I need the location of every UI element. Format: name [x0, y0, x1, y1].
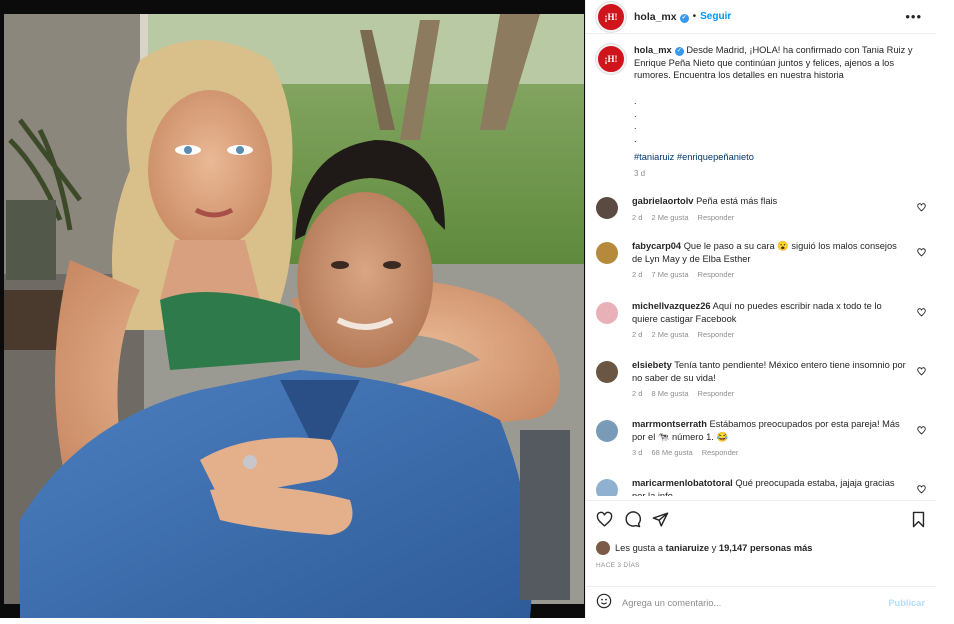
comment-like-heart-icon[interactable]: [917, 244, 926, 262]
comment-time: 2 d: [632, 270, 643, 280]
likes-middle: y: [711, 543, 717, 553]
comment-body: gabrielaortolv Peña está más flais 2 d2 …: [632, 195, 908, 224]
caption-dot: .: [634, 108, 637, 119]
comment-meta: 2 d 8 Me gusta Responder: [632, 388, 908, 401]
account-username-text: hola_mx: [634, 10, 677, 23]
comment-time: 3 d: [632, 448, 643, 458]
likes-count[interactable]: 19,147 personas más: [719, 543, 813, 553]
caption-avatar-logo-text: ¡H!: [604, 54, 618, 64]
comment-icon[interactable]: [624, 511, 642, 533]
comment-like-heart-icon[interactable]: [917, 199, 926, 217]
post-photo-illustration: [0, 0, 585, 618]
comment-like-heart-icon[interactable]: [917, 304, 926, 322]
liker-avatar: [596, 541, 610, 555]
post-photo[interactable]: [0, 0, 585, 618]
comment-body: marrmontserrath Estábamos preocupados po…: [632, 418, 908, 460]
caption-dot: .: [634, 134, 637, 145]
header-separator: •: [692, 11, 697, 22]
caption-dot: .: [634, 121, 637, 132]
comment-avatar[interactable]: [596, 479, 618, 496]
comment-body: maricarmenlobatotoral Qué preocupada est…: [632, 477, 908, 496]
comment-time: 2 d: [632, 212, 643, 222]
comment-text: Peña está más flais: [696, 196, 778, 206]
reply-button[interactable]: Responder: [698, 270, 735, 279]
comment-likes[interactable]: 7 Me gusta: [651, 270, 688, 279]
caption-text-block: hola_mx ✓ Desde Madrid, ¡HOLA! ha confirm…: [634, 44, 926, 82]
comment-like-heart-icon[interactable]: [917, 363, 926, 381]
follow-button[interactable]: Seguir: [700, 11, 731, 22]
publish-button[interactable]: Publicar: [888, 598, 925, 608]
comment-username[interactable]: marrmontserrath: [632, 419, 707, 429]
post-side-panel: ¡H! hola_mx ✓ • Seguir ••• ¡H! hola_mx ✓ D…: [585, 0, 936, 618]
account-username[interactable]: hola_mx ✓: [634, 11, 689, 23]
comment-avatar[interactable]: [596, 302, 618, 324]
emoji-icon[interactable]: [596, 593, 612, 614]
caption-hashtags[interactable]: #taniaruiz #enriquepeñanieto: [634, 152, 754, 162]
comment-meta: 2 d 7 Me gusta Responder: [632, 269, 908, 282]
comment-text: Tenía tanto pendiente! México entero tie…: [632, 360, 906, 383]
post-date: HACE 3 DÍAS: [596, 562, 640, 569]
reply-button[interactable]: Responder: [698, 330, 735, 339]
comment-username[interactable]: michellvazquez26: [632, 301, 711, 311]
post-header: ¡H! hola_mx ✓ • Seguir •••: [586, 0, 936, 34]
reply-button[interactable]: Responder: [698, 389, 735, 398]
reply-button[interactable]: Responder: [702, 448, 739, 457]
avatar-logo-text: ¡H!: [604, 11, 618, 22]
comment-meta: 2 d 2 Me gusta Responder: [632, 329, 908, 342]
more-options-icon[interactable]: •••: [905, 9, 922, 24]
caption-dot: .: [634, 96, 637, 106]
comment-likes[interactable]: 2 Me gusta: [651, 213, 688, 222]
comment-username[interactable]: gabrielaortolv: [632, 196, 693, 206]
comment-body: michellvazquez26 Aquí no puedes escribir…: [632, 300, 908, 342]
post-actions: Les gusta a taniaruize y 19,147 personas…: [586, 500, 936, 618]
caption-timestamp: 3 d: [634, 169, 646, 178]
add-comment-bar: Publicar: [586, 586, 936, 619]
action-icons: [596, 511, 669, 533]
comment-username[interactable]: elsiebety: [632, 360, 672, 370]
liked-by-username[interactable]: taniaruize: [666, 543, 709, 553]
caption-avatar[interactable]: ¡H!: [596, 44, 626, 74]
comment-username[interactable]: fabycarp04: [632, 241, 681, 251]
caption-dots: . . . .: [634, 95, 637, 146]
reply-button[interactable]: Responder: [698, 213, 735, 222]
comment-avatar[interactable]: [596, 242, 618, 264]
comment-avatar[interactable]: [596, 197, 618, 219]
comment-body: elsiebety Tenía tanto pendiente! México …: [632, 359, 908, 401]
caption-username[interactable]: hola_mx: [634, 45, 672, 55]
comment-meta: 2 d 2 Me gusta Responder: [632, 212, 908, 225]
verified-badge-icon: ✓: [674, 47, 684, 56]
bookmark-icon[interactable]: [911, 511, 926, 533]
verified-badge-icon: ✓: [679, 13, 689, 23]
likes-summary[interactable]: Les gusta a taniaruize y 19,147 personas…: [596, 541, 812, 555]
comment-input[interactable]: [622, 598, 862, 608]
account-avatar[interactable]: ¡H!: [596, 1, 626, 32]
comment-like-heart-icon[interactable]: [917, 422, 926, 440]
comments-list[interactable]: gabrielaortolv Peña está más flais 2 d2 …: [586, 191, 936, 496]
comment-avatar[interactable]: [596, 361, 618, 383]
heart-icon[interactable]: [596, 511, 613, 533]
likes-prefix: Les gusta a: [615, 543, 664, 553]
comment-like-heart-icon[interactable]: [917, 481, 926, 496]
comment-time: 2 d: [632, 389, 643, 399]
comment-likes[interactable]: 68 Me gusta: [651, 448, 692, 457]
comment-likes[interactable]: 2 Me gusta: [651, 330, 688, 339]
comment-time: 2 d: [632, 330, 643, 340]
caption: ¡H! hola_mx ✓ Desde Madrid, ¡HOLA! ha con…: [596, 44, 926, 82]
comment-body: fabycarp04 Que le paso a su cara 😮 sigui…: [632, 240, 908, 282]
comment-avatar[interactable]: [596, 420, 618, 442]
share-icon[interactable]: [652, 511, 669, 533]
comment-username[interactable]: maricarmenlobatotoral: [632, 478, 733, 488]
comment-likes[interactable]: 8 Me gusta: [651, 389, 688, 398]
comment-meta: 3 d 68 Me gusta Responder: [632, 447, 908, 460]
